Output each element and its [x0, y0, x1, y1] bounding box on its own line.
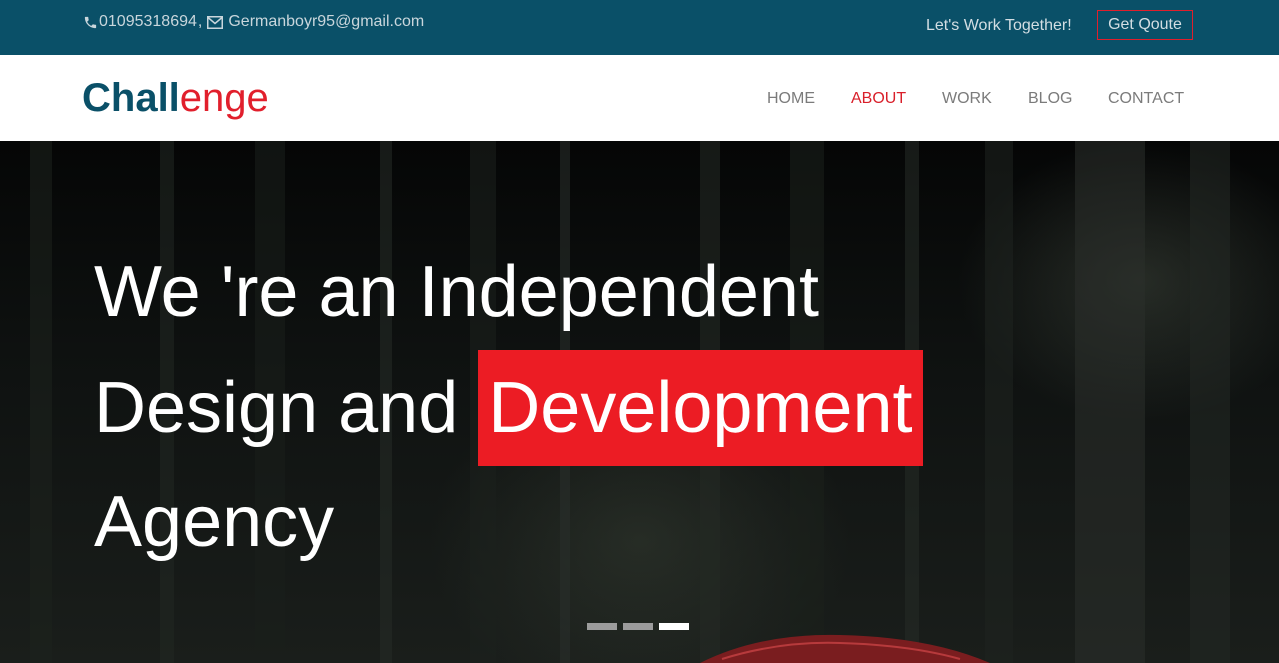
nav-item-about[interactable]: ABOUT — [851, 90, 906, 108]
phone-number[interactable]: 01095318694 — [99, 13, 197, 31]
top-contact-bar: 01095318694 , Germanboyr95@gmail.com Let… — [0, 0, 1279, 55]
logo-part-2: enge — [179, 76, 269, 120]
nav-item-blog[interactable]: BLOG — [1028, 90, 1072, 108]
work-together-text: Let's Work Together! — [926, 17, 1072, 34]
email-address[interactable]: Germanboyr95@gmail.com — [228, 13, 424, 31]
contact-separator: , — [197, 13, 203, 30]
headline-line-1: We 're an Independent — [94, 252, 819, 332]
slider-indicator-2[interactable] — [623, 623, 653, 630]
slider-indicators — [587, 623, 689, 630]
slider-indicator-3[interactable] — [659, 623, 689, 630]
nav-item-work[interactable]: WORK — [942, 90, 992, 108]
headline-highlight: Development — [478, 350, 923, 466]
headline-line-2-prefix: Design and — [94, 368, 459, 448]
site-logo[interactable]: Challenge — [82, 74, 269, 122]
contact-info: 01095318694 , Germanboyr95@gmail.com — [83, 13, 424, 31]
hero-slider: We 're an Independent Design and Develop… — [0, 141, 1279, 663]
headline-line-2: Design and Development — [94, 350, 923, 466]
nav-item-contact[interactable]: CONTACT — [1108, 90, 1184, 108]
slider-indicator-1[interactable] — [587, 623, 617, 630]
envelope-icon — [207, 15, 224, 29]
logo-part-1: Chall — [82, 76, 180, 120]
hero-headline: We 're an Independent Design and Develop… — [94, 235, 923, 580]
get-quote-button[interactable]: Get Qoute — [1097, 10, 1193, 40]
phone-icon — [84, 16, 97, 28]
main-navbar: Challenge HOME ABOUT WORK BLOG CONTACT — [0, 55, 1279, 141]
nav-item-home[interactable]: HOME — [767, 90, 815, 108]
headline-line-3: Agency — [94, 482, 335, 562]
